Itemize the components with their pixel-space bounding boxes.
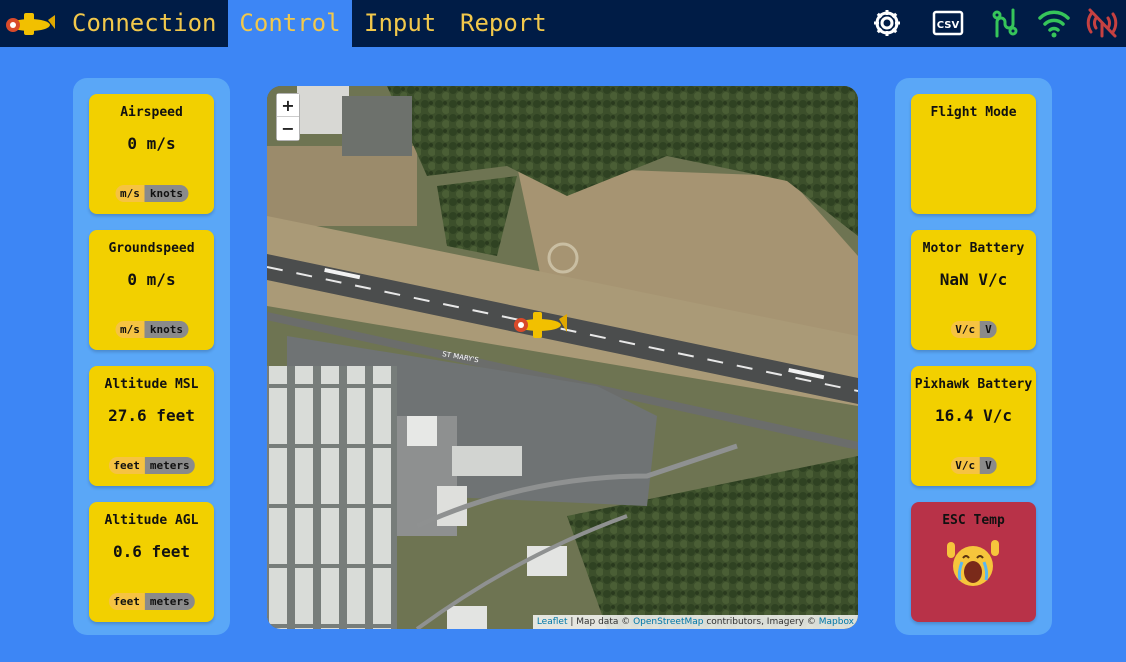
unit-option-feet[interactable]: feet xyxy=(108,593,145,610)
card-title: Groundspeed xyxy=(108,241,195,256)
unit-toggle[interactable]: feet meters xyxy=(108,457,195,474)
csv-label: CSV xyxy=(937,20,960,31)
flight-mode-card: Flight Mode xyxy=(911,94,1036,214)
aircraft-logo-icon xyxy=(6,13,55,35)
pixhawk-battery-value: 16.4 V/c xyxy=(934,406,1013,425)
unit-toggle[interactable]: m/s knots xyxy=(115,321,188,338)
tab-report[interactable]: Report xyxy=(452,0,555,47)
unit-option-v[interactable]: V xyxy=(980,321,997,338)
mapbox-link[interactable]: Mapbox xyxy=(819,617,854,627)
zoom-out-button[interactable]: − xyxy=(277,117,299,140)
card-title: Altitude AGL xyxy=(104,513,199,528)
altitude-msl-value: 27.6 feet xyxy=(108,406,195,425)
unit-option-v-per-cell[interactable]: V/c xyxy=(950,457,981,474)
joystick-connected-icon[interactable] xyxy=(989,6,1023,40)
card-title: Airspeed xyxy=(120,105,183,120)
tab-input[interactable]: Input xyxy=(356,0,444,47)
tab-connection[interactable]: Connection xyxy=(64,0,225,47)
airspeed-card: Airspeed 0 m/s m/s knots xyxy=(89,94,214,214)
left-telemetry-panel: Airspeed 0 m/s m/s knots Groundspeed 0 m… xyxy=(73,78,230,635)
unit-option-v[interactable]: V xyxy=(980,457,997,474)
card-title: Pixhawk Battery xyxy=(914,377,1033,392)
csv-export-icon[interactable]: CSV xyxy=(931,6,965,40)
map-attribution: Leaflet | Map data © OpenStreetMap contr… xyxy=(532,615,858,629)
tab-control[interactable]: Control xyxy=(228,0,352,47)
card-title: ESC Temp xyxy=(942,513,1005,528)
airspeed-value: 0 m/s xyxy=(127,134,176,153)
card-title: Altitude MSL xyxy=(104,377,199,392)
attribution-text: | Map data © xyxy=(567,617,634,627)
unit-toggle[interactable]: V/c V xyxy=(950,321,997,338)
map-imagery: ST MARY'S xyxy=(267,86,858,629)
zoom-control: + − xyxy=(276,93,300,141)
motor-battery-value: NaN V/c xyxy=(939,270,1008,289)
pixhawk-battery-card: Pixhawk Battery 16.4 V/c V/c V xyxy=(911,366,1036,486)
altitude-agl-value: 0.6 feet xyxy=(112,542,191,561)
top-nav-bar: Connection Control Input Report CSV xyxy=(0,0,1126,47)
motor-battery-card: Motor Battery NaN V/c V/c V xyxy=(911,230,1036,350)
zoom-in-button[interactable]: + xyxy=(277,94,299,117)
unit-option-knots[interactable]: knots xyxy=(144,321,188,338)
card-title: Flight Mode xyxy=(930,105,1017,120)
groundspeed-card: Groundspeed 0 m/s m/s knots xyxy=(89,230,214,350)
openstreetmap-link[interactable]: OpenStreetMap xyxy=(633,617,703,627)
unit-option-knots[interactable]: knots xyxy=(144,185,188,202)
unit-toggle[interactable]: m/s knots xyxy=(115,185,188,202)
wifi-icon[interactable] xyxy=(1037,6,1071,40)
groundspeed-value: 0 m/s xyxy=(127,270,176,289)
signal-off-icon[interactable] xyxy=(1085,6,1119,40)
settings-gear-icon[interactable] xyxy=(870,6,904,40)
esc-temp-card: ESC Temp xyxy=(911,502,1036,622)
attribution-text: contributors, Imagery © xyxy=(703,617,819,627)
card-title: Motor Battery xyxy=(922,241,1025,256)
unit-option-feet[interactable]: feet xyxy=(108,457,145,474)
altitude-msl-card: Altitude MSL 27.6 feet feet meters xyxy=(89,366,214,486)
unit-option-ms[interactable]: m/s xyxy=(115,321,145,338)
unit-toggle[interactable]: feet meters xyxy=(108,593,195,610)
unit-option-meters[interactable]: meters xyxy=(144,457,195,474)
satellite-map[interactable]: ST MARY'S + − Leaflet | Map data © OpenS… xyxy=(267,86,858,629)
unit-option-ms[interactable]: m/s xyxy=(115,185,145,202)
right-telemetry-panel: Flight Mode Motor Battery NaN V/c V/c V … xyxy=(895,78,1052,635)
unit-option-v-per-cell[interactable]: V/c xyxy=(950,321,981,338)
leaflet-link[interactable]: Leaflet xyxy=(537,617,568,627)
unit-toggle[interactable]: V/c V xyxy=(950,457,997,474)
unit-option-meters[interactable]: meters xyxy=(144,593,195,610)
altitude-agl-card: Altitude AGL 0.6 feet feet meters xyxy=(89,502,214,622)
crying-face-icon xyxy=(947,540,999,586)
